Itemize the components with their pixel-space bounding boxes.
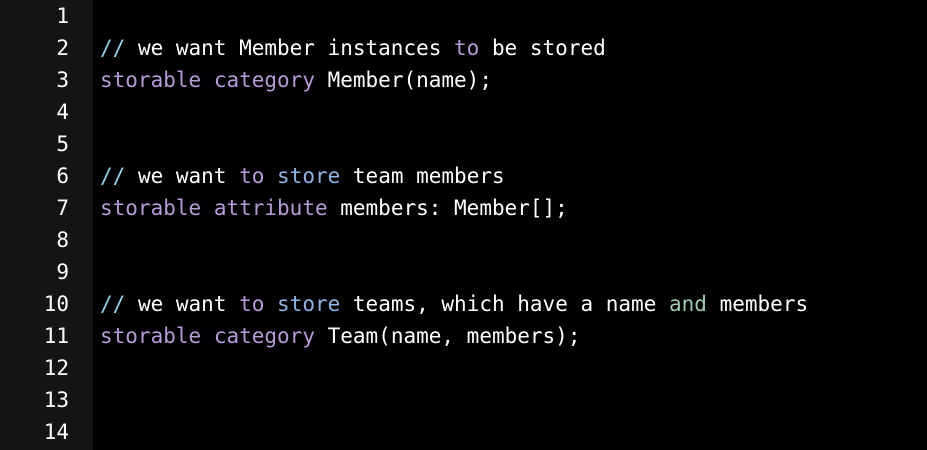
line-number: 11 — [43, 324, 69, 348]
line-number: 10 — [43, 292, 69, 316]
code-token: storable — [100, 196, 202, 220]
code-line[interactable]: storable category Team(name, members); — [93, 320, 927, 352]
code-token: // — [100, 164, 138, 188]
code-token: Member(name); — [314, 68, 492, 92]
code-text-area[interactable]: // we want Member instances to be stored… — [93, 0, 927, 450]
code-token: // — [100, 292, 138, 316]
code-token: members: Member[]; — [327, 196, 568, 220]
code-line[interactable]: // we want to store team members — [93, 160, 927, 192]
code-line[interactable]: storable category Member(name); — [93, 64, 927, 96]
code-line[interactable]: // we want to store teams, which have a … — [93, 288, 927, 320]
code-line[interactable] — [93, 384, 927, 416]
code-token: we want — [137, 164, 240, 188]
code-token: and — [669, 292, 707, 316]
code-token: category — [213, 324, 315, 348]
line-number: 13 — [43, 388, 69, 412]
code-token: attribute — [213, 196, 328, 220]
line-number: 8 — [56, 228, 69, 252]
code-token: to — [239, 164, 265, 188]
line-number: 3 — [56, 68, 69, 92]
line-number: 2 — [56, 36, 69, 60]
line-number: 6 — [56, 164, 69, 188]
line-number-gutter: 1 2 3 4 5 6 7 8 9 10 11 12 13 14 — [0, 0, 93, 450]
line-number: 9 — [56, 260, 69, 284]
code-editor[interactable]: 1 2 3 4 5 6 7 8 9 10 11 12 13 14 // we w… — [0, 0, 927, 450]
code-token: // — [100, 36, 138, 60]
line-number: 5 — [56, 132, 69, 156]
code-line[interactable] — [93, 224, 927, 256]
line-number: 4 — [56, 100, 69, 124]
code-token: to — [454, 36, 480, 60]
code-token: store — [277, 164, 341, 188]
code-line[interactable]: storable attribute members: Member[]; — [93, 192, 927, 224]
line-number: 12 — [43, 356, 69, 380]
line-number: 1 — [56, 4, 69, 28]
code-token: be stored — [479, 36, 606, 60]
code-line[interactable] — [93, 96, 927, 128]
code-token: to — [239, 292, 265, 316]
code-line[interactable] — [93, 352, 927, 384]
code-token: we want Member instances — [137, 36, 455, 60]
code-token: store — [277, 292, 341, 316]
code-line[interactable] — [93, 0, 927, 32]
code-token: category — [213, 68, 315, 92]
line-number: 7 — [56, 196, 69, 220]
code-line[interactable] — [93, 128, 927, 160]
line-number: 14 — [43, 420, 69, 444]
code-token: Team(name, members); — [314, 324, 581, 348]
code-token: teams, which have a name — [340, 292, 669, 316]
code-token: members — [706, 292, 809, 316]
code-token: storable — [100, 324, 202, 348]
code-token: team members — [340, 164, 505, 188]
code-token: storable — [100, 68, 202, 92]
code-line[interactable]: // we want Member instances to be stored — [93, 32, 927, 64]
code-line[interactable] — [93, 416, 927, 448]
code-token: we want — [137, 292, 240, 316]
code-line[interactable] — [93, 256, 927, 288]
